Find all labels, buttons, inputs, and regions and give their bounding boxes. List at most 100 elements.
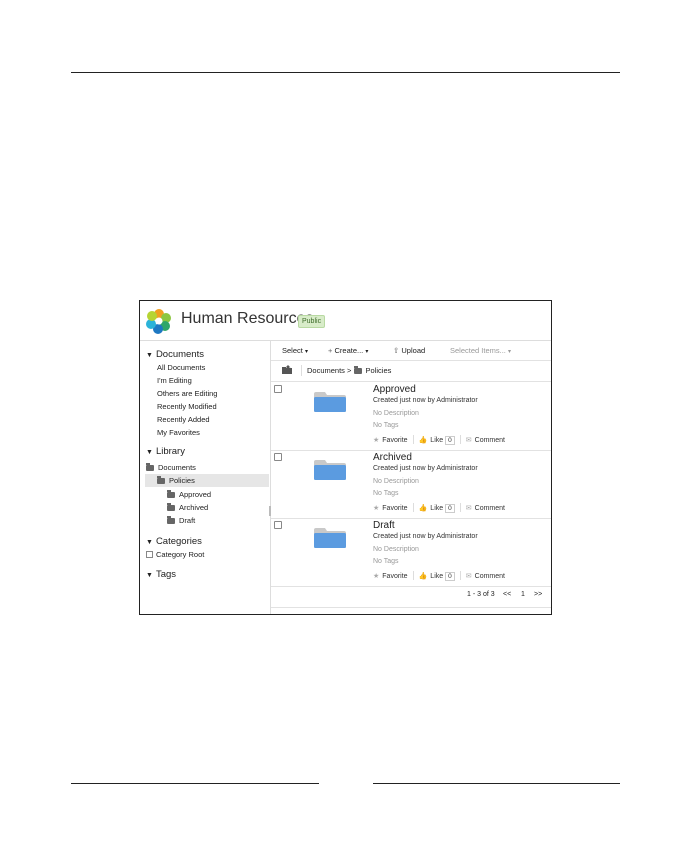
toolbar: Select ▾ + Create... ▾ ⇧ Upload Selected… (271, 341, 551, 361)
documents-heading[interactable]: ▼ Documents (146, 349, 204, 360)
site-header: Human Resources Public (140, 301, 551, 341)
folder-icon[interactable] (313, 391, 347, 413)
list-item: Archived Created just now by Administrat… (271, 450, 551, 519)
thumbs-up-icon: 👍 (418, 505, 428, 512)
alfresco-logo (146, 309, 171, 334)
document-list: Select ▾ + Create... ▾ ⇧ Upload Selected… (271, 341, 551, 614)
tree-item-approved[interactable]: Approved (167, 489, 211, 499)
plus-icon: + (328, 346, 333, 355)
categories-heading[interactable]: ▼ Categories (146, 536, 202, 547)
item-created: Created just now by Administrator (373, 397, 478, 404)
pagination: 1 - 3 of 3 << 1 >> (271, 585, 551, 608)
row-checkbox[interactable] (274, 385, 282, 393)
breadcrumb: Documents > Policies (271, 361, 551, 382)
item-actions: ★ Favorite 👍 Like 0 ✉ Comment (373, 503, 505, 513)
selected-items-menu[interactable]: Selected Items... ▾ (450, 346, 511, 355)
item-description: No Description (373, 478, 419, 485)
item-created: Created just now by Administrator (373, 465, 478, 472)
list-item: Draft Created just now by Administrator … (271, 518, 551, 587)
item-tags: No Tags (373, 558, 399, 565)
comment-icon: ✉ (465, 437, 472, 444)
library-heading[interactable]: ▼ Library (146, 446, 185, 457)
page-number[interactable]: 1 (521, 591, 525, 598)
item-tags: No Tags (373, 422, 399, 429)
like-button[interactable]: 👍 Like 0 (418, 572, 455, 581)
page-range: 1 - 3 of 3 (467, 591, 495, 598)
item-description: No Description (373, 546, 419, 553)
comment-icon: ✉ (465, 573, 472, 580)
list-item: Approved Created just now by Administrat… (271, 382, 551, 451)
item-actions: ★ Favorite 👍 Like 0 ✉ Comment (373, 435, 505, 445)
caret-down-icon: ▾ (365, 349, 369, 355)
screenshot-frame: Human Resources Public ▼ Documents All Do… (139, 300, 552, 615)
visibility-badge: Public (298, 315, 326, 328)
like-count: 0 (445, 436, 455, 445)
tree-item-documents[interactable]: Documents (146, 462, 196, 472)
expand-triangle-icon: ▼ (146, 352, 153, 359)
sidebar-item-im-editing[interactable]: I'm Editing (157, 376, 192, 385)
star-icon: ★ (373, 505, 380, 512)
caret-down-icon: ▾ (507, 349, 511, 355)
prev-page-button[interactable]: << (503, 591, 511, 598)
folder-icon (146, 462, 154, 471)
folder-icon[interactable] (313, 459, 347, 481)
sidebar-item-recently-added[interactable]: Recently Added (157, 415, 210, 424)
sidebar-item-all-documents[interactable]: All Documents (157, 363, 205, 372)
next-page-button[interactable]: >> (534, 591, 542, 598)
tree-item-category-root[interactable]: Category Root (146, 550, 204, 559)
folder-icon (167, 502, 175, 511)
row-checkbox[interactable] (274, 453, 282, 461)
row-checkbox[interactable] (274, 521, 282, 529)
tags-heading[interactable]: ▼ Tags (146, 569, 176, 580)
star-icon: ★ (373, 437, 380, 444)
favorite-button[interactable]: ★ Favorite (373, 573, 408, 580)
like-count: 0 (445, 572, 455, 581)
like-count: 0 (445, 504, 455, 513)
bottom-rule-left (71, 783, 319, 784)
create-button[interactable]: + Create... ▾ (328, 346, 368, 355)
tree-item-archived[interactable]: Archived (167, 502, 208, 512)
folder-up-icon[interactable] (282, 365, 292, 374)
comment-icon: ✉ (465, 505, 472, 512)
folder-icon (353, 365, 362, 374)
like-button[interactable]: 👍 Like 0 (418, 436, 455, 445)
breadcrumb-policies: Policies (365, 366, 392, 375)
comment-button[interactable]: ✉ Comment (466, 505, 505, 512)
sidebar: ▼ Documents All Documents I'm Editing Oth… (140, 341, 271, 614)
sidebar-item-others-editing[interactable]: Others are Editing (157, 389, 217, 398)
item-actions: ★ Favorite 👍 Like 0 ✉ Comment (373, 571, 505, 581)
like-button[interactable]: 👍 Like 0 (418, 504, 455, 513)
folder-icon (167, 515, 175, 524)
comment-button[interactable]: ✉ Comment (466, 437, 505, 444)
item-title[interactable]: Approved (373, 384, 416, 395)
tree-item-policies[interactable]: Policies (157, 475, 195, 485)
item-title[interactable]: Archived (373, 452, 412, 463)
item-description: No Description (373, 410, 419, 417)
favorite-button[interactable]: ★ Favorite (373, 437, 408, 444)
site-title[interactable]: Human Resources (181, 310, 314, 328)
breadcrumb-trail: Documents > Policies (307, 365, 392, 375)
tree-item-draft[interactable]: Draft (167, 515, 195, 525)
expand-triangle-icon: ▼ (146, 572, 153, 579)
item-tags: No Tags (373, 490, 399, 497)
bottom-rule-right (373, 783, 620, 784)
thumbs-up-icon: 👍 (418, 437, 428, 444)
category-icon (146, 551, 153, 558)
upload-button[interactable]: ⇧ Upload (393, 346, 425, 355)
item-title[interactable]: Draft (373, 520, 395, 531)
caret-down-icon: ▾ (304, 349, 308, 355)
breadcrumb-divider (301, 365, 302, 376)
expand-triangle-icon: ▼ (146, 539, 153, 546)
select-menu-button[interactable]: Select ▾ (282, 346, 308, 355)
sidebar-item-recently-modified[interactable]: Recently Modified (157, 402, 217, 411)
item-created: Created just now by Administrator (373, 533, 478, 540)
folder-icon (167, 489, 175, 498)
thumbs-up-icon: 👍 (418, 573, 428, 580)
comment-button[interactable]: ✉ Comment (466, 573, 505, 580)
top-rule (71, 72, 620, 73)
folder-icon[interactable] (313, 527, 347, 549)
sidebar-item-my-favorites[interactable]: My Favorites (157, 428, 200, 437)
breadcrumb-documents[interactable]: Documents (307, 366, 345, 375)
favorite-button[interactable]: ★ Favorite (373, 505, 408, 512)
upload-icon: ⇧ (393, 346, 400, 355)
